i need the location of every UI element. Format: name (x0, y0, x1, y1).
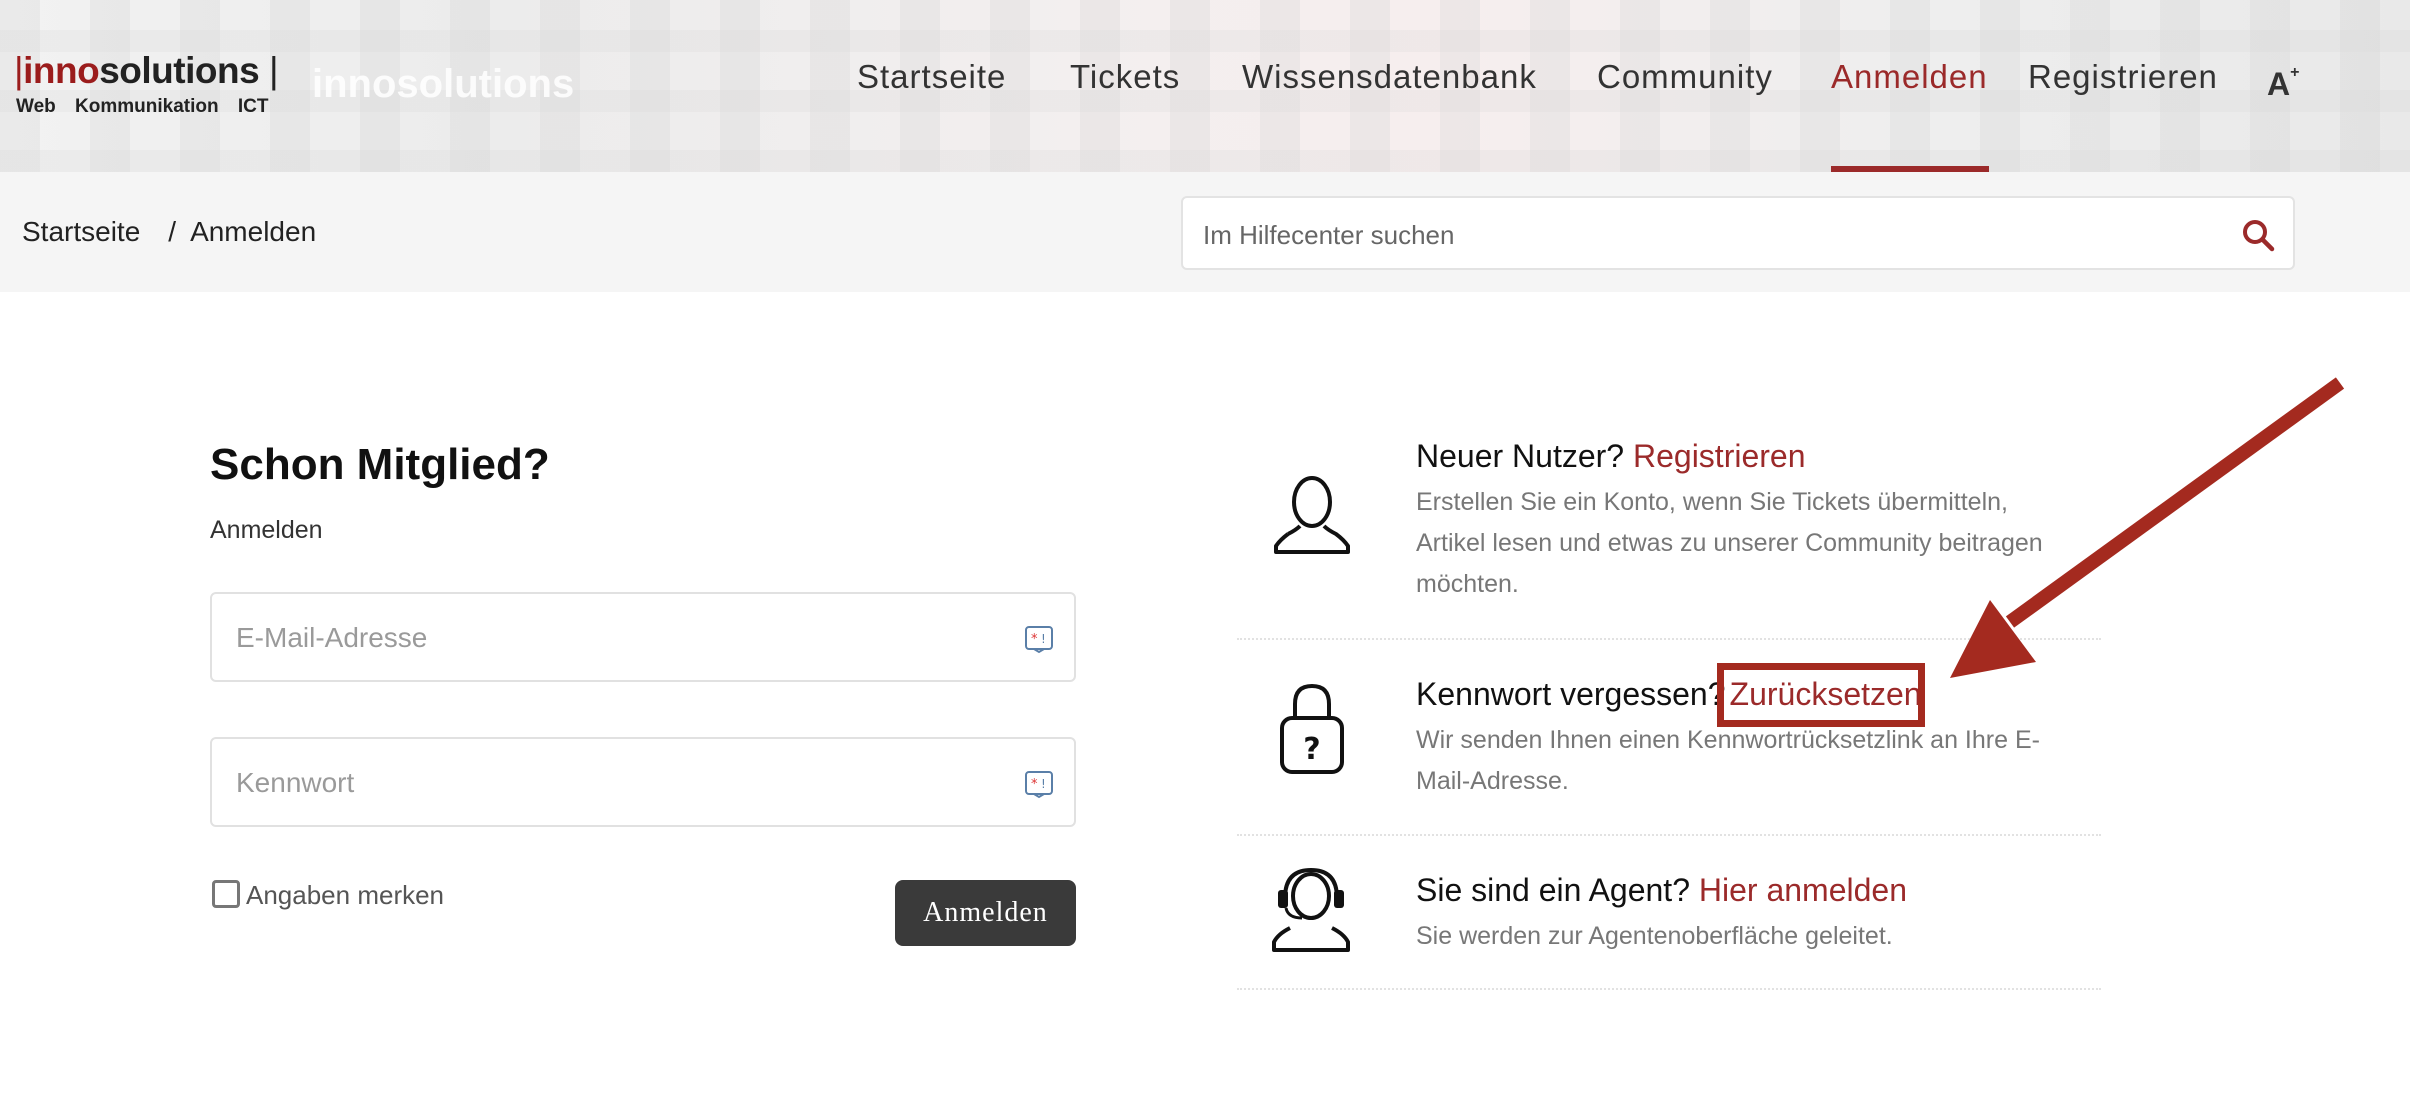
svg-text:!: ! (1041, 632, 1046, 646)
lock-question-icon: ? (1280, 683, 1344, 774)
annotation-highlight-box (1717, 663, 1925, 727)
nav-item-anmelden[interactable]: Anmelden (1831, 58, 1988, 96)
register-link[interactable]: Registrieren (1633, 438, 1806, 474)
divider (1237, 638, 2101, 640)
search-placeholder: Im Hilfecenter suchen (1203, 220, 1455, 250)
svg-text:!: ! (1041, 777, 1046, 791)
site-logo[interactable]: |innosolutions | Web Kommunikation ICT (14, 50, 304, 122)
agent-title: Sie sind ein Agent? (1416, 872, 1690, 908)
user-icon (1274, 476, 1350, 554)
password-field[interactable]: Kennwort * ! (210, 737, 1076, 827)
agent-login-link[interactable]: Hier anmelden (1699, 872, 1907, 908)
nav-item-registrieren[interactable]: Registrieren (2028, 58, 2218, 96)
agent-heading: Sie sind ein Agent? Hier anmelden (1416, 872, 1907, 909)
svg-text:*: * (1031, 632, 1038, 647)
svg-text:?: ? (1303, 732, 1320, 767)
remember-me-checkbox[interactable]: Angaben merken (212, 880, 444, 911)
login-button[interactable]: Anmelden (895, 880, 1076, 946)
logo-ghost-text: innosolutions (312, 62, 575, 106)
logo-wordmark: |innosolutions | (14, 50, 279, 91)
font-size-icon[interactable]: A+ (2267, 64, 2299, 103)
reset-description: Wir senden Ihnen einen Kennwortrücksetzl… (1416, 726, 2040, 795)
nav-item-community[interactable]: Community (1597, 58, 1773, 96)
register-heading: Neuer Nutzer? Registrieren (1416, 438, 1806, 475)
breadcrumb-home[interactable]: Startseite (22, 216, 140, 247)
breadcrumb-bar: Startseite / Anmelden Im Hilfecenter suche… (0, 172, 2410, 292)
nav-item-startseite[interactable]: Startseite (857, 58, 1006, 96)
register-title: Neuer Nutzer? (1416, 438, 1625, 474)
reset-title: Kennwort vergessen? (1416, 676, 1726, 712)
login-subtitle: Anmelden (210, 516, 323, 544)
breadcrumb: Startseite / Anmelden (22, 216, 316, 248)
search-icon[interactable] (2241, 218, 2275, 252)
email-field[interactable]: E-Mail-Adresse * ! (210, 592, 1076, 682)
breadcrumb-current: Anmelden (190, 216, 317, 247)
breadcrumb-separator: / (168, 216, 177, 247)
logo-tagline: Web Kommunikation ICT (16, 96, 269, 117)
login-title: Schon Mitglied? (210, 440, 550, 489)
password-placeholder: Kennwort (236, 767, 355, 798)
agent-description: Sie werden zur Agentenoberfläche geleite… (1416, 922, 1893, 950)
nav-item-wissensdatenbank[interactable]: Wissensdatenbank (1242, 58, 1537, 96)
remember-me-label: Angaben merken (246, 880, 445, 910)
password-manager-icon[interactable]: * ! (1024, 624, 1054, 654)
divider (1237, 988, 2101, 990)
register-description: Erstellen Sie ein Konto, wenn Sie Ticket… (1416, 488, 2043, 598)
divider (1237, 834, 2101, 836)
search-input[interactable]: Im Hilfecenter suchen (1181, 196, 2295, 270)
nav-item-tickets[interactable]: Tickets (1070, 58, 1180, 96)
svg-text:*: * (1031, 777, 1038, 792)
password-manager-icon[interactable]: * ! (1024, 769, 1054, 799)
checkbox-box[interactable] (212, 880, 240, 909)
email-placeholder: E-Mail-Adresse (236, 622, 428, 653)
headset-agent-icon (1272, 867, 1350, 952)
site-header: |innosolutions | Web Kommunikation ICT i… (0, 0, 2410, 172)
